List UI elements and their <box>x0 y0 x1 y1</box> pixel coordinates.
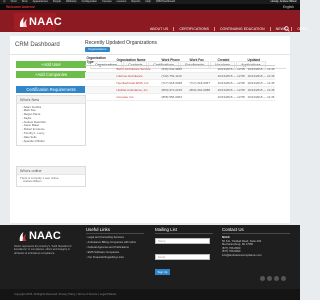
page-title: CRM Dashboard <box>15 42 60 48</box>
divider <box>155 233 213 234</box>
nav-item-open[interactable]: OPEN <box>297 27 307 31</box>
table-row: Bob's Ambulance Service (636) 641-9846 1… <box>85 65 275 73</box>
add-user-button[interactable]: +Add User <box>16 61 86 68</box>
work-fax-cell <box>188 72 216 80</box>
table-header-row: Organization Type Organization Name Work… <box>85 55 275 66</box>
org-type-cell <box>85 72 115 80</box>
org-name-link[interactable]: Comcaa, Inc. <box>115 93 160 101</box>
google-plus-icon[interactable] <box>281 276 286 281</box>
social-links <box>260 276 286 281</box>
site-logo[interactable]: NAAC <box>14 13 62 31</box>
facebook-icon[interactable] <box>260 276 265 281</box>
organizations-filter-pill[interactable]: Organizations <box>85 47 110 52</box>
org-type-cell <box>85 86 115 94</box>
whos-online-title: Who's online <box>17 167 85 175</box>
footer-link[interactable]: Federal Agencies and Publications <box>86 246 136 251</box>
column-header[interactable]: Work Fax <box>188 55 216 66</box>
footer-link[interactable]: Our Financial Regarding Links <box>86 256 136 261</box>
list-item[interactable]: Aparelle N Butler <box>22 139 82 144</box>
nav-divider <box>173 27 175 31</box>
created-cell: 10/13/2015 — 12:58 <box>216 65 246 73</box>
org-name-link[interactable]: HistNet Ambulance, Inc. <box>115 86 160 94</box>
work-phone-cell: (858) 556-0064 <box>160 93 188 101</box>
footer-logo-text: NAAC <box>29 230 61 242</box>
column-header[interactable]: Work Phone <box>160 55 188 66</box>
org-name-link[interactable]: Nyonka/Coast EMS, Inc. <box>115 79 160 87</box>
useful-links-list: Legal and Consulting Services Ambulance … <box>86 236 136 261</box>
org-type-cell <box>85 65 115 73</box>
updated-cell: 10/13/2015 — 11:45 <box>246 65 275 73</box>
nav-item-about[interactable]: ABOUT US <box>150 27 168 31</box>
org-type-cell <box>85 79 115 87</box>
contact-us-title: Contact Us <box>222 227 244 232</box>
nav-item-certifications[interactable]: CERTIFICATIONS <box>179 27 209 31</box>
email-field[interactable]: Email <box>155 254 210 260</box>
work-phone-cell: (732) 752-1110 <box>160 72 188 80</box>
updated-cell: 10/13/2015 — 11:45 <box>246 72 275 80</box>
work-phone-cell: (850) 971-0215 <box>160 86 188 94</box>
logo-swoosh-icon <box>19 17 27 27</box>
column-header[interactable]: Updated <box>246 55 275 66</box>
created-cell: 10/13/2015 — 12:58 <box>216 93 246 101</box>
work-fax-cell: (717) 618-6057 <box>188 79 216 87</box>
sign-up-button[interactable]: Sign Up <box>155 269 170 275</box>
linkedin-icon[interactable] <box>274 276 279 281</box>
search-icon[interactable] <box>284 26 290 32</box>
name-field[interactable]: Name <box>155 238 210 244</box>
nav-item-continuing-education[interactable]: CONTINUING EDUCATION <box>220 27 265 31</box>
organizations-table: Organization Type Organization Name Work… <box>85 55 275 101</box>
work-phone-cell: (717) 618-6048 <box>160 79 188 87</box>
column-header[interactable]: Organization Name <box>115 55 160 66</box>
certification-requirements-button[interactable]: Certification Requirements <box>16 86 86 93</box>
org-name-link[interactable]: Bob's Ambulance Service <box>115 65 160 73</box>
logo-swoosh-icon <box>19 231 27 241</box>
table-row: HistNet Ambulance, Inc. (850) 971-0215 (… <box>85 86 275 94</box>
whos-online-box: Who's online There is currently 1 user o… <box>16 166 86 188</box>
logo-text: NAAC <box>29 16 62 28</box>
online-user[interactable]: Andrew Wilson <box>17 179 85 186</box>
copyright-text: Copyright 2015. All Rights Reserved. Pri… <box>14 293 117 296</box>
work-fax-cell <box>188 65 216 73</box>
whos-new-list: Adam Snobbs Mark Doe Megan Pama Kaylie A… <box>17 104 85 145</box>
column-header[interactable]: Created <box>216 55 246 66</box>
whos-new-title: Who's New <box>17 96 85 104</box>
copyright-bar: Copyright 2015. All Rights Reserved. Pri… <box>0 289 300 300</box>
divider <box>86 233 144 234</box>
nav-divider <box>291 27 293 31</box>
work-fax-cell: (850) 391-0688 <box>188 86 216 94</box>
contact-email[interactable]: info@ambulancecompliance.com <box>222 254 262 258</box>
created-cell: 10/13/2015 — 12:58 <box>216 86 246 94</box>
updated-cell: 10/13/2015 — 11:45 <box>246 79 275 87</box>
org-name-link[interactable]: Lifetime Ambulance <box>115 72 160 80</box>
work-phone-cell: (636) 641-9846 <box>160 65 188 73</box>
footer-logo[interactable]: NAAC <box>18 230 61 242</box>
mailing-list-title: Mailing List <box>155 227 177 232</box>
column-header[interactable]: Organization Type <box>85 55 115 66</box>
section-title: Recently Updated Organizations <box>85 40 157 46</box>
contact-block: NAAC 50 S.E. Trinidad Road, Suite 203 Me… <box>222 236 262 258</box>
org-type-cell <box>85 93 115 101</box>
work-fax-cell <box>188 93 216 101</box>
add-companies-button[interactable]: +Add Companies <box>16 71 86 78</box>
twitter-icon[interactable] <box>267 276 272 281</box>
updated-cell: 10/13/2015 — 11:45 <box>246 93 275 101</box>
created-cell: 10/13/2015 — 12:58 <box>216 72 246 80</box>
table-row: Comcaa, Inc. (858) 556-0064 10/13/2015 —… <box>85 93 275 101</box>
whos-new-box: Who's New Adam Snobbs Mark Doe Megan Pam… <box>16 95 86 146</box>
table-row: Lifetime Ambulance (732) 752-1110 10/13/… <box>85 72 275 80</box>
table-row: Nyonka/Coast EMS, Inc. (717) 618-6048 (7… <box>85 79 275 87</box>
nav-divider <box>213 27 215 31</box>
created-cell: 10/13/2015 — 12:58 <box>216 79 246 87</box>
divider <box>222 233 290 234</box>
useful-links-title: Useful Links <box>86 227 110 232</box>
footer-description: NAAC represents the industry's "Gold Sta… <box>14 245 72 255</box>
nav-divider <box>269 27 271 31</box>
updated-cell: 10/13/2015 — 11:45 <box>246 86 275 94</box>
